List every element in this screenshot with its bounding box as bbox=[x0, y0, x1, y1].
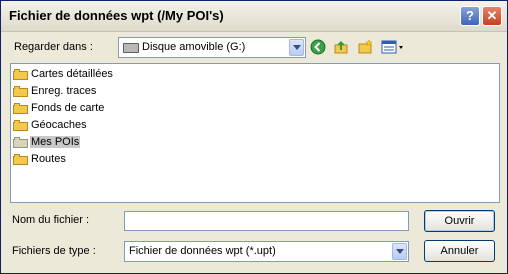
cancel-button[interactable]: Annuler bbox=[424, 240, 495, 262]
filetype-value: Fichier de données wpt (*.upt) bbox=[129, 245, 276, 257]
title-bar: Fichier de données wpt (/My POI's) ? ✕ bbox=[1, 1, 507, 32]
list-item-label: Fonds de carte bbox=[31, 102, 105, 114]
list-item[interactable]: Routes bbox=[13, 151, 67, 167]
filename-label: Nom du fichier : bbox=[12, 214, 90, 226]
list-item-label: Cartes détaillées bbox=[31, 68, 113, 80]
list-item[interactable]: Cartes détaillées bbox=[13, 66, 114, 82]
folder-icon bbox=[13, 153, 28, 165]
folder-icon bbox=[13, 68, 28, 80]
chevron-down-icon[interactable] bbox=[392, 243, 407, 260]
look-in-dropdown[interactable]: Disque amovible (G:) bbox=[118, 37, 306, 58]
file-list[interactable]: Cartes détaillées Enreg. traces Fonds de… bbox=[10, 63, 500, 203]
views-menu-icon[interactable] bbox=[381, 39, 405, 55]
list-item-label: Mes POIs bbox=[30, 136, 81, 148]
list-item-label: Enreg. traces bbox=[31, 85, 97, 97]
list-item-label: Routes bbox=[31, 153, 66, 165]
folder-icon bbox=[13, 119, 28, 131]
look-in-value: Disque amovible (G:) bbox=[142, 41, 246, 53]
list-item[interactable]: Enreg. traces bbox=[13, 83, 97, 99]
list-item[interactable]: Géocaches bbox=[13, 117, 88, 133]
folder-icon bbox=[13, 102, 28, 114]
close-button[interactable]: ✕ bbox=[482, 6, 502, 26]
file-dialog: Fichier de données wpt (/My POI's) ? ✕ R… bbox=[0, 0, 508, 274]
chevron-down-icon[interactable] bbox=[289, 39, 304, 56]
filetype-dropdown[interactable]: Fichier de données wpt (*.upt) bbox=[124, 241, 409, 262]
up-folder-icon[interactable] bbox=[333, 39, 349, 55]
open-button[interactable]: Ouvrir bbox=[424, 210, 495, 232]
filename-input[interactable] bbox=[124, 211, 409, 231]
help-button[interactable]: ? bbox=[460, 6, 480, 26]
folder-icon bbox=[13, 85, 28, 97]
look-in-label: Regarder dans : bbox=[14, 41, 93, 53]
new-folder-icon[interactable] bbox=[357, 39, 373, 55]
drive-icon bbox=[123, 43, 139, 53]
filetype-label: Fichiers de type : bbox=[12, 245, 96, 257]
folder-icon bbox=[13, 136, 28, 148]
list-item-label: Géocaches bbox=[31, 119, 87, 131]
list-item-selected[interactable]: Mes POIs bbox=[13, 134, 81, 150]
list-item[interactable]: Fonds de carte bbox=[13, 100, 105, 116]
dialog-title: Fichier de données wpt (/My POI's) bbox=[9, 8, 224, 23]
back-icon[interactable] bbox=[310, 39, 326, 55]
